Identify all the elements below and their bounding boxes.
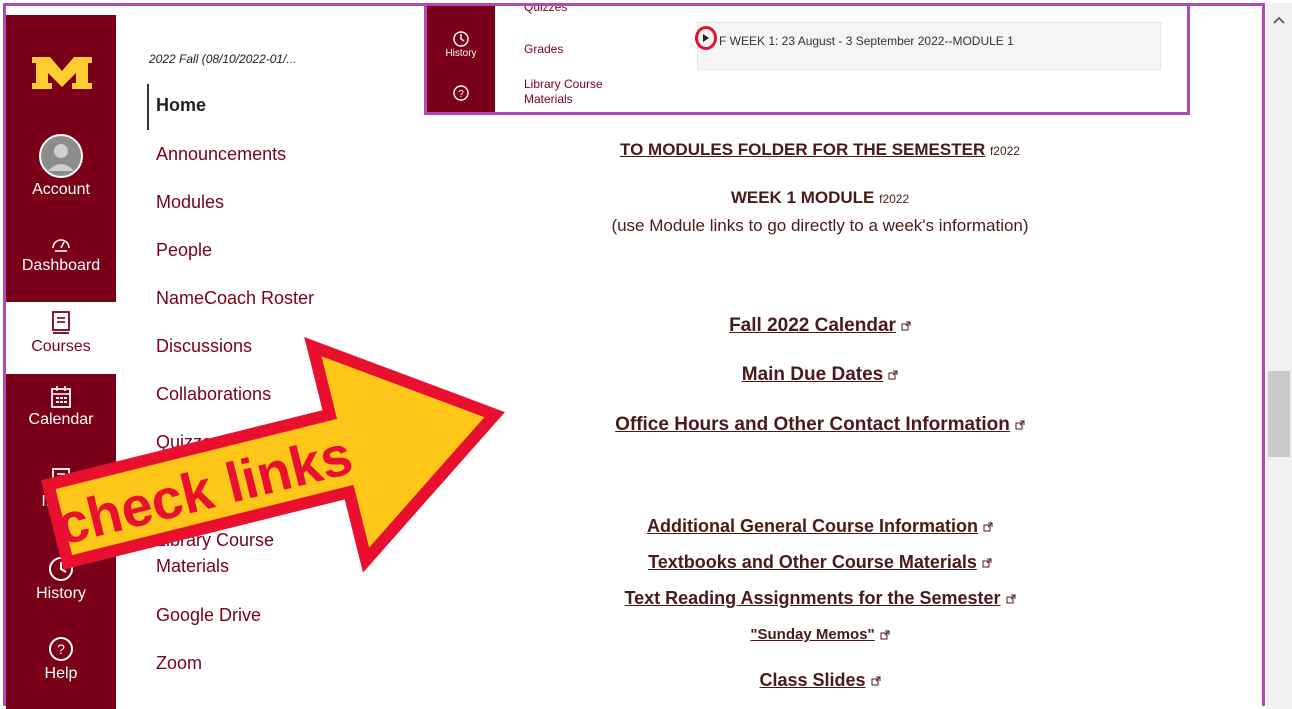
help-icon: ? bbox=[453, 85, 469, 101]
textbooks-row: Textbooks and Other Course Materials bbox=[520, 552, 1120, 573]
svg-text:?: ? bbox=[458, 89, 464, 100]
nav-account-label: Account bbox=[32, 181, 90, 198]
embedded-link-quizzes: Quizzes bbox=[524, 3, 568, 14]
course-nav-google-drive[interactable]: Google Drive bbox=[156, 605, 261, 626]
embedded-global-nav: History ? bbox=[427, 6, 495, 112]
external-link-icon bbox=[982, 558, 992, 568]
week1-tag: f2022 bbox=[879, 192, 910, 206]
calendar-row: Fall 2022 Calendar bbox=[520, 315, 1120, 337]
embedded-screenshot: History ? Quizzes Grades Library Course … bbox=[424, 3, 1190, 115]
nav-dashboard-label: Dashboard bbox=[21, 257, 101, 274]
due-dates-row: Main Due Dates bbox=[520, 364, 1120, 386]
memos-row: "Sunday Memos" bbox=[520, 626, 1120, 643]
slides-row: Class Slides bbox=[520, 670, 1120, 691]
week1-row: WEEK 1 MODULE f2022 bbox=[520, 188, 1120, 208]
embedded-nav-history: History bbox=[427, 30, 495, 59]
office-hours-row: Office Hours and Other Contact Informati… bbox=[510, 414, 1130, 436]
main-due-dates-link[interactable]: Main Due Dates bbox=[742, 364, 883, 385]
nav-account[interactable]: Account bbox=[6, 133, 116, 199]
week1-note: (use Module links to go directly to a we… bbox=[611, 216, 1029, 235]
course-nav-namecoach[interactable]: NameCoach Roster bbox=[156, 288, 314, 309]
embedded-nav-help: ? bbox=[427, 84, 495, 102]
modules-folder-link[interactable]: TO MODULES FOLDER FOR THE SEMESTER bbox=[620, 140, 985, 159]
history-icon bbox=[453, 31, 469, 47]
course-title: 2022 Fall (08/10/2022-01/... bbox=[149, 52, 297, 66]
nav-dashboard[interactable]: Dashboard bbox=[6, 233, 116, 275]
textbooks-link[interactable]: Textbooks and Other Course Materials bbox=[648, 552, 977, 572]
class-slides-link[interactable]: Class Slides bbox=[759, 670, 865, 690]
external-link-icon bbox=[880, 630, 890, 640]
embedded-link-library: Library Course bbox=[524, 77, 603, 91]
scroll-up-icon[interactable] bbox=[1272, 13, 1286, 27]
avatar-icon bbox=[39, 134, 83, 178]
modules-folder-tag: f2022 bbox=[989, 144, 1020, 158]
university-logo-icon[interactable] bbox=[30, 55, 94, 91]
external-link-icon bbox=[983, 522, 993, 532]
scrollbar-thumb[interactable] bbox=[1268, 371, 1290, 457]
week1-module-link[interactable]: WEEK 1 MODULE bbox=[731, 188, 875, 207]
sunday-memos-link[interactable]: "Sunday Memos" bbox=[750, 626, 874, 643]
expand-triangle-icon bbox=[703, 34, 709, 42]
external-link-icon bbox=[888, 370, 898, 380]
course-nav-zoom[interactable]: Zoom bbox=[156, 653, 202, 674]
embedded-module-title: F WEEK 1: 23 August - 3 September 2022--… bbox=[719, 34, 1014, 48]
course-nav-modules[interactable]: Modules bbox=[156, 192, 224, 213]
fall-calendar-link[interactable]: Fall 2022 Calendar bbox=[729, 315, 896, 336]
help-icon: ? bbox=[49, 637, 73, 661]
reading-row: Text Reading Assignments for the Semeste… bbox=[510, 588, 1130, 609]
active-indicator bbox=[147, 84, 149, 130]
course-nav-people[interactable]: People bbox=[156, 240, 212, 261]
reading-assignments-link[interactable]: Text Reading Assignments for the Semeste… bbox=[624, 588, 1000, 608]
external-link-icon bbox=[901, 321, 911, 331]
general-info-row: Additional General Course Information bbox=[520, 516, 1120, 537]
external-link-icon bbox=[871, 676, 881, 686]
external-link-icon bbox=[1006, 594, 1016, 604]
nav-help-label: Help bbox=[44, 665, 78, 682]
check-links-arrow-callout: check links bbox=[41, 336, 505, 573]
external-link-icon bbox=[1015, 420, 1025, 430]
office-hours-link[interactable]: Office Hours and Other Contact Informati… bbox=[615, 414, 1010, 435]
general-info-link[interactable]: Additional General Course Information bbox=[647, 516, 978, 536]
vertical-scrollbar[interactable] bbox=[1266, 3, 1292, 709]
nav-help[interactable]: ? Help bbox=[6, 635, 116, 683]
highlight-circle bbox=[695, 26, 717, 50]
embedded-link-grades: Grades bbox=[524, 42, 564, 56]
embedded-link-materials: Materials bbox=[524, 92, 573, 106]
course-nav-announcements[interactable]: Announcements bbox=[156, 144, 286, 165]
course-nav-home[interactable]: Home bbox=[156, 95, 206, 116]
dashboard-icon bbox=[52, 239, 70, 252]
modules-folder-row: TO MODULES FOLDER FOR THE SEMESTER f2022 bbox=[520, 140, 1120, 160]
svg-text:?: ? bbox=[57, 641, 65, 657]
embedded-history-label: History bbox=[445, 48, 477, 59]
